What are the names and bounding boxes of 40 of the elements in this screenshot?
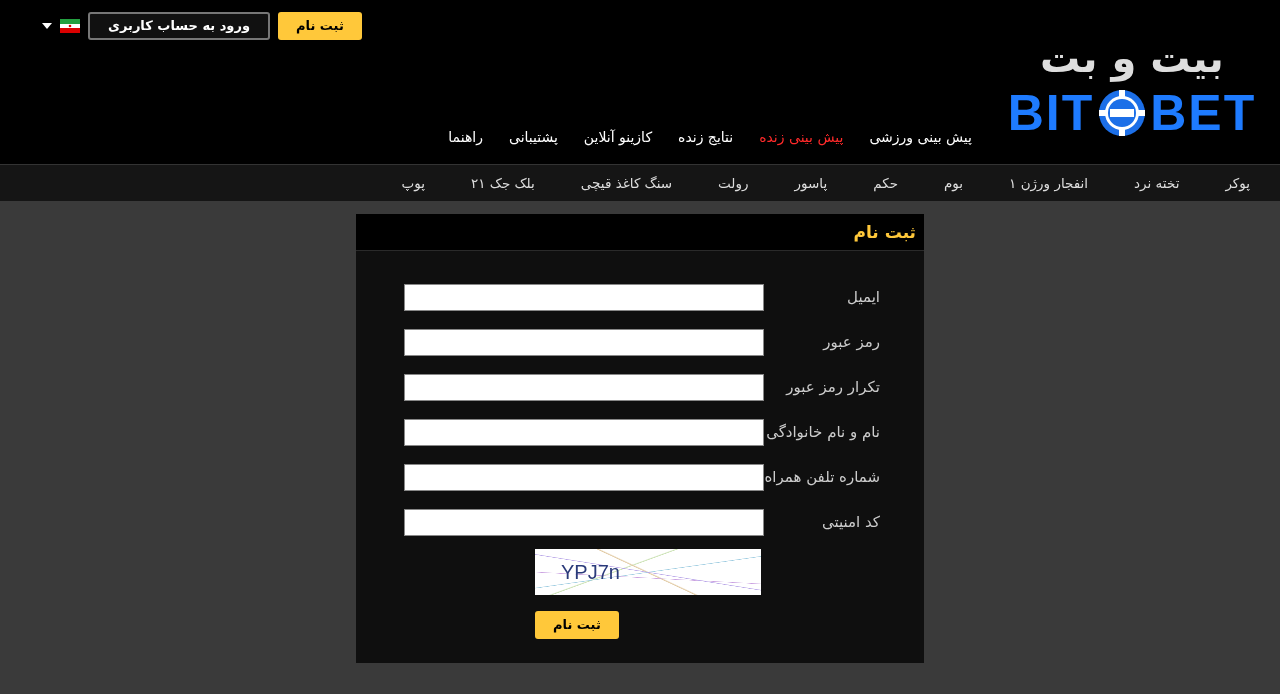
poker-chip-icon <box>1098 89 1147 137</box>
game-link[interactable]: تخته نرد <box>1134 172 1180 194</box>
game-link[interactable]: پوکر <box>1225 172 1250 194</box>
submit-button[interactable]: ثبت نام <box>535 611 619 639</box>
input-field[interactable] <box>404 329 764 356</box>
field-label: کد امنیتی <box>820 512 881 534</box>
input-field[interactable] <box>404 464 764 491</box>
game-link[interactable]: سنگ کاغذ قیچی <box>580 172 673 194</box>
flag-icon <box>60 18 80 33</box>
game-link[interactable]: انفجار ورژن ۱ <box>1009 172 1089 194</box>
game-link[interactable]: بوم <box>944 172 964 194</box>
field-label: شماره تلفن همراه <box>764 467 881 489</box>
field-label: رمز عبور <box>821 332 881 354</box>
input-field[interactable] <box>404 419 764 446</box>
game-link[interactable]: پوپ <box>401 172 425 194</box>
logo-text: BIT <box>1007 88 1095 138</box>
nav-link[interactable]: پیش بینی زنده <box>759 127 844 148</box>
nav-link[interactable]: راهنما <box>448 127 483 148</box>
game-link[interactable]: حکم <box>873 172 898 194</box>
logo-text: بیت و بت <box>1039 34 1225 84</box>
field-label: نام و نام خانوادگی <box>765 422 881 444</box>
input-field[interactable] <box>404 374 764 401</box>
language-selector[interactable] <box>42 18 80 33</box>
nav-link[interactable]: نتایج زنده <box>678 127 734 148</box>
game-link[interactable]: پاسور <box>794 172 828 194</box>
caret-icon <box>42 22 52 29</box>
nav-link[interactable]: پیش بینی ورزشی <box>869 127 972 148</box>
input-field[interactable] <box>404 509 764 536</box>
nav-link[interactable]: کازینو آنلاین <box>583 127 653 148</box>
register-button[interactable]: ثبت نام <box>278 12 362 40</box>
field-label: تکرار رمز عبور <box>784 377 881 399</box>
nav-link[interactable]: پشتیبانی <box>508 127 558 148</box>
input-field[interactable] <box>404 284 764 311</box>
game-link[interactable]: بلک جک ۲۱ <box>471 172 535 194</box>
login-button[interactable]: ورود به حساب کاربری <box>88 12 270 40</box>
form-title: ثبت نام <box>356 214 924 251</box>
field-label: ایمیل <box>846 287 881 309</box>
logo-text: BET <box>1150 88 1257 138</box>
captcha-text: YPJ7n <box>561 560 620 585</box>
game-link[interactable]: رولت <box>718 172 749 194</box>
